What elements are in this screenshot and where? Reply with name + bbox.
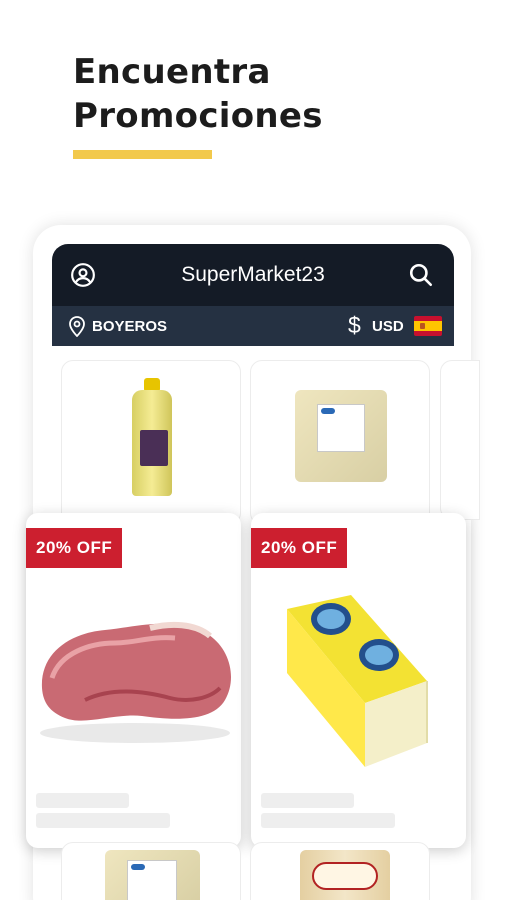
app-title: SuperMarket23 — [181, 263, 325, 286]
hero-title-line1: Encuentra — [73, 52, 271, 92]
product-price-placeholder — [261, 813, 395, 828]
promo-badge: 20% OFF — [26, 528, 123, 568]
hero-title: Encuentra Promociones — [73, 50, 323, 138]
currency-label[interactable]: USD — [372, 318, 404, 335]
dollar-icon: $ — [348, 312, 361, 338]
hero-title-line2: Promociones — [73, 96, 323, 136]
promo-badge: 20% OFF — [251, 528, 348, 568]
app-header: SuperMarket23 BOYEROS $ USD — [52, 244, 454, 346]
rice-bag-image — [295, 390, 387, 482]
product-card-peek[interactable] — [440, 360, 480, 520]
gouda-cheese-image — [287, 595, 428, 767]
product-price-placeholder — [36, 813, 170, 828]
promo-card-meat[interactable]: 20% OFF — [26, 513, 241, 848]
product-name-placeholder — [261, 793, 354, 808]
hero-underline — [73, 150, 212, 159]
fideos-bag-image — [300, 850, 390, 900]
cooking-oil-image — [130, 378, 174, 498]
spain-flag-icon[interactable] — [414, 316, 442, 336]
header-location-bar: BOYEROS $ USD — [52, 306, 454, 346]
rice-bag-image — [105, 850, 200, 900]
product-name-placeholder — [36, 793, 129, 808]
raw-meat-image — [40, 621, 232, 743]
map-pin-icon — [69, 316, 85, 337]
search-icon[interactable] — [408, 262, 434, 288]
promo-card-cheese[interactable]: 20% OFF — [251, 513, 466, 848]
location-label[interactable]: BOYEROS — [92, 318, 167, 335]
header-top-bar: SuperMarket23 — [52, 244, 454, 306]
